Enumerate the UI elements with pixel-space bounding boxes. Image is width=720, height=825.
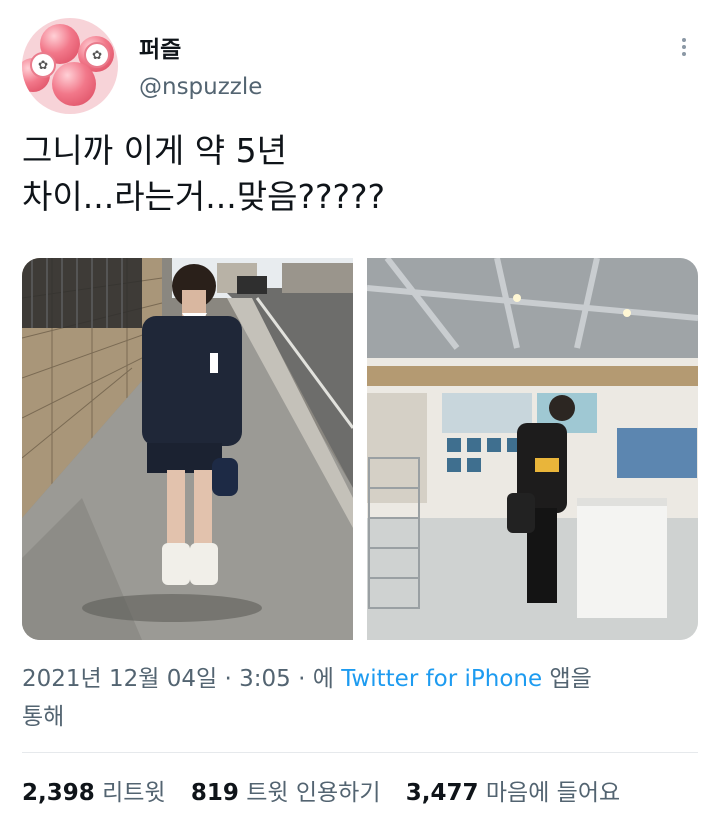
tweet-text: 그니까 이게 약 5년 차이...라는거...맞음?????	[22, 128, 682, 220]
display-name[interactable]: 퍼즐	[139, 30, 181, 64]
tweet-meta: 2021년 12월 04일 · 3:05 · 에 Twitter for iPh…	[22, 660, 692, 736]
avatar[interactable]: ✿ ✿	[22, 18, 118, 114]
likes-count: 3,477	[405, 780, 479, 806]
meta-separator: ·	[298, 666, 306, 692]
photo-boy-street-image	[22, 258, 353, 640]
retweets-count: 2,398	[22, 780, 95, 806]
source-app-link[interactable]: Twitter for iPhone	[341, 666, 542, 692]
quotes-label: 트윗 인용하기	[246, 780, 381, 806]
likes-label: 마음에 들어요	[485, 780, 621, 806]
retweets-label: 리트윗	[102, 780, 166, 806]
avatar-ball	[52, 62, 96, 106]
meta-separator: ·	[224, 666, 232, 692]
avatar-sticker-icon: ✿	[30, 52, 56, 78]
tweet-stats: 2,398 리트윗 819 트윗 인용하기 3,477 마음에 들어요	[22, 773, 638, 807]
photo-right[interactable]	[367, 258, 698, 640]
quotes-stat[interactable]: 819 트윗 인용하기	[191, 780, 381, 806]
tweet-card: ✿ ✿ 퍼즐 @nspuzzle 그니까 이게 약 5년 차이...라는거...…	[0, 0, 720, 825]
avatar-sticker-icon: ✿	[84, 42, 110, 68]
meta-prefix: 에	[312, 666, 334, 692]
tweet-text-line: 차이...라는거...맞음?????	[22, 177, 386, 216]
user-handle[interactable]: @nspuzzle	[139, 74, 262, 100]
meta-suffix: 앱을	[549, 666, 592, 692]
tweet-time[interactable]: 3:05	[239, 666, 291, 692]
tweet-date[interactable]: 2021년 12월 04일	[22, 666, 217, 692]
likes-stat[interactable]: 3,477 마음에 들어요	[406, 780, 620, 806]
more-options-icon[interactable]	[672, 36, 696, 60]
photo-left[interactable]	[22, 258, 353, 640]
divider	[22, 752, 698, 753]
retweets-stat[interactable]: 2,398 리트윗	[22, 780, 166, 806]
tweet-text-line: 그니까 이게 약 5년	[22, 131, 287, 170]
quotes-count: 819	[190, 780, 239, 806]
photo-record-store-image	[367, 258, 698, 640]
meta-suffix-line2: 통해	[22, 704, 65, 730]
media-grid	[22, 258, 698, 640]
